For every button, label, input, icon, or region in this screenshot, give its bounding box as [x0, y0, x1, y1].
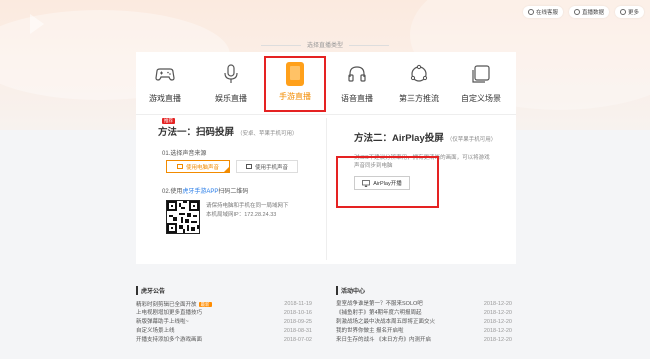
type-voice-label: 语音直播 — [341, 94, 373, 103]
news-text: 刺激战场之最中决战本周五即将正面交火 — [336, 319, 436, 325]
local-ip: 本机局域网IP：172.28.24.33 — [206, 212, 277, 218]
highlight-box-airplay — [336, 156, 439, 208]
live-data-link[interactable]: 直播数据 — [568, 6, 609, 18]
list-item[interactable]: 刺激战场之最中决战本周五即将正面交火 2018-12-20 — [336, 318, 512, 327]
type-selector: 游戏直播 娱乐直播 手游直播 语音直播 第三方推流 自定义场景 — [136, 52, 516, 112]
use-phone-audio-label: 使用手机声音 — [254, 164, 288, 171]
list-item[interactable]: 上电视剧增加更多直播技巧 2018-10-16 — [136, 309, 312, 318]
list-item[interactable]: 来日生存的战斗 《末日方舟》内测开启 2018-12-20 — [336, 336, 512, 345]
recommend-badge: 推荐 — [162, 118, 175, 124]
news-text: 我的世界你做主 报名开启啦 — [336, 328, 404, 334]
news-text: 皇室战争谁是第一？不服来SOLO吧 — [336, 301, 423, 307]
method2-subtitle: （仅苹果手机可用） — [446, 137, 497, 143]
news-text: 自定义场景上线 — [136, 328, 175, 334]
qr-note-block: 请保持电脑和手机在同一局域网下 本机局域网IP：172.28.24.33 — [206, 202, 289, 220]
bottom-panels: 虎牙公告 精彩时刻剪辑已全面开放 最新 2018-11-19 上电视剧增加更多直播技… — [136, 286, 516, 359]
type-game-label: 游戏直播 — [149, 94, 181, 103]
divider — [136, 114, 516, 115]
method1-header: 推荐 方法一：扫码投屏 （安卓、苹果手机可用） — [158, 118, 298, 138]
news-date: 2018-07-02 — [283, 337, 312, 343]
news-date: 2018-12-20 — [483, 301, 512, 307]
gamepad-icon — [155, 68, 175, 81]
method2-header: 方法二：AirPlay投屏 （仅苹果手机可用） — [354, 130, 496, 144]
news-date: 2018-11-19 — [284, 301, 312, 307]
list-item[interactable]: 精彩时刻剪辑已全面开放 最新 2018-11-19 — [136, 300, 312, 309]
headphones-icon — [348, 66, 366, 82]
type-title: 选择直播类型 — [0, 40, 650, 49]
top-links: 在线客服 直播数据 更多 — [522, 6, 644, 18]
type-custom-scene-label: 自定义场景 — [461, 94, 501, 103]
share-icon — [410, 64, 428, 82]
check-corner-icon — [224, 167, 229, 172]
news-date: 2018-10-16 — [283, 310, 312, 316]
type-third-party[interactable]: 第三方推流 — [394, 58, 444, 110]
customer-service-link[interactable]: 在线客服 — [522, 6, 563, 18]
news-date: 2018-12-20 — [483, 319, 512, 325]
type-third-party-label: 第三方推流 — [399, 94, 439, 103]
news-date: 2018-12-20 — [483, 337, 512, 343]
news-date: 2018-12-20 — [483, 328, 512, 334]
monitor-icon — [176, 164, 183, 169]
highlight-box-type — [264, 56, 326, 112]
type-entertainment[interactable]: 娱乐直播 — [206, 58, 256, 110]
type-voice[interactable]: 语音直播 — [332, 58, 382, 110]
list-item[interactable]: 自定义场景上线 2018-08-31 — [136, 327, 312, 336]
step2-label: 02.使用虎牙手游APP扫码二维码 — [162, 186, 248, 195]
step2-prefix: 02.使用 — [162, 189, 183, 195]
type-custom-scene[interactable]: 自定义场景 — [456, 58, 506, 110]
method1-title: 方法一：扫码投屏 — [158, 127, 235, 138]
news-date: 2018-09-25 — [283, 319, 312, 325]
news-text: 来日生存的战斗 《末日方舟》内测开启 — [336, 337, 432, 343]
main-card: 游戏直播 娱乐直播 手游直播 语音直播 第三方推流 自定义场景 推荐 方法一：扫… — [136, 52, 516, 264]
announcements-panel: 虎牙公告 精彩时刻剪辑已全面开放 最新 2018-11-19 上电视剧增加更多直播技… — [136, 286, 312, 345]
microphone-icon — [224, 64, 238, 83]
headset-icon — [527, 9, 534, 15]
type-entertainment-label: 娱乐直播 — [215, 94, 247, 103]
live-data-label: 直播数据 — [581, 10, 604, 16]
decor-triangle — [30, 14, 44, 34]
news-date: 2018-12-20 — [483, 310, 512, 316]
step2-suffix: 扫码二维码 — [218, 189, 249, 195]
news-text: 《捕鱼射手》第4期年度六明报周起 — [336, 310, 422, 316]
chart-icon — [573, 9, 580, 15]
type-game[interactable]: 游戏直播 — [140, 58, 190, 110]
announcements-title: 虎牙公告 — [136, 286, 312, 295]
list-item[interactable]: 《捕鱼射手》第4期年度六明报周起 2018-12-20 — [336, 309, 512, 318]
activities-panel: 活动中心 皇室战争谁是第一？不服来SOLO吧 2018-12-20 《捕鱼射手》第… — [336, 286, 512, 345]
use-computer-audio-label: 使用电脑声音 — [185, 164, 219, 171]
news-text: 精彩时刻剪辑已全面开放 — [136, 302, 197, 308]
step1-label: 01.选择声音来源 — [162, 151, 207, 157]
list-item[interactable]: 开播支持添加多个游戏画面 2018-07-02 — [136, 336, 312, 345]
customer-service-label: 在线客服 — [535, 10, 558, 16]
news-text: 新版弹幕助手上线啦~ — [136, 319, 189, 325]
news-date: 2018-08-31 — [283, 328, 312, 334]
more-link[interactable]: 更多 — [614, 6, 644, 18]
news-text: 开播支持添加多个游戏画面 — [136, 337, 203, 343]
huya-app-link[interactable]: 虎牙手游APP — [182, 189, 218, 195]
vertical-divider — [326, 118, 327, 260]
use-computer-audio-button[interactable]: 使用电脑声音 — [166, 160, 230, 173]
more-label: 更多 — [627, 10, 639, 16]
new-badge: 最新 — [198, 302, 212, 307]
list-item[interactable]: 新版弹幕助手上线啦~ 2018-09-25 — [136, 318, 312, 327]
use-phone-audio-button[interactable]: 使用手机声音 — [236, 160, 298, 173]
activities-title: 活动中心 — [336, 286, 512, 295]
phone-small-icon — [245, 164, 252, 169]
qr-code — [166, 200, 200, 234]
qr-note: 请保持电脑和手机在同一局域网下 — [206, 203, 289, 209]
list-item[interactable]: 皇室战争谁是第一？不服来SOLO吧 2018-12-20 — [336, 300, 512, 309]
method1-subtitle: （安卓、苹果手机可用） — [237, 131, 298, 137]
news-text: 上电视剧增加更多直播技巧 — [136, 310, 203, 316]
layers-icon — [472, 65, 490, 83]
method2-title: 方法二：AirPlay投屏 — [354, 133, 444, 144]
list-item[interactable]: 我的世界你做主 报名开启啦 2018-12-20 — [336, 327, 512, 336]
more-icon — [619, 9, 626, 15]
